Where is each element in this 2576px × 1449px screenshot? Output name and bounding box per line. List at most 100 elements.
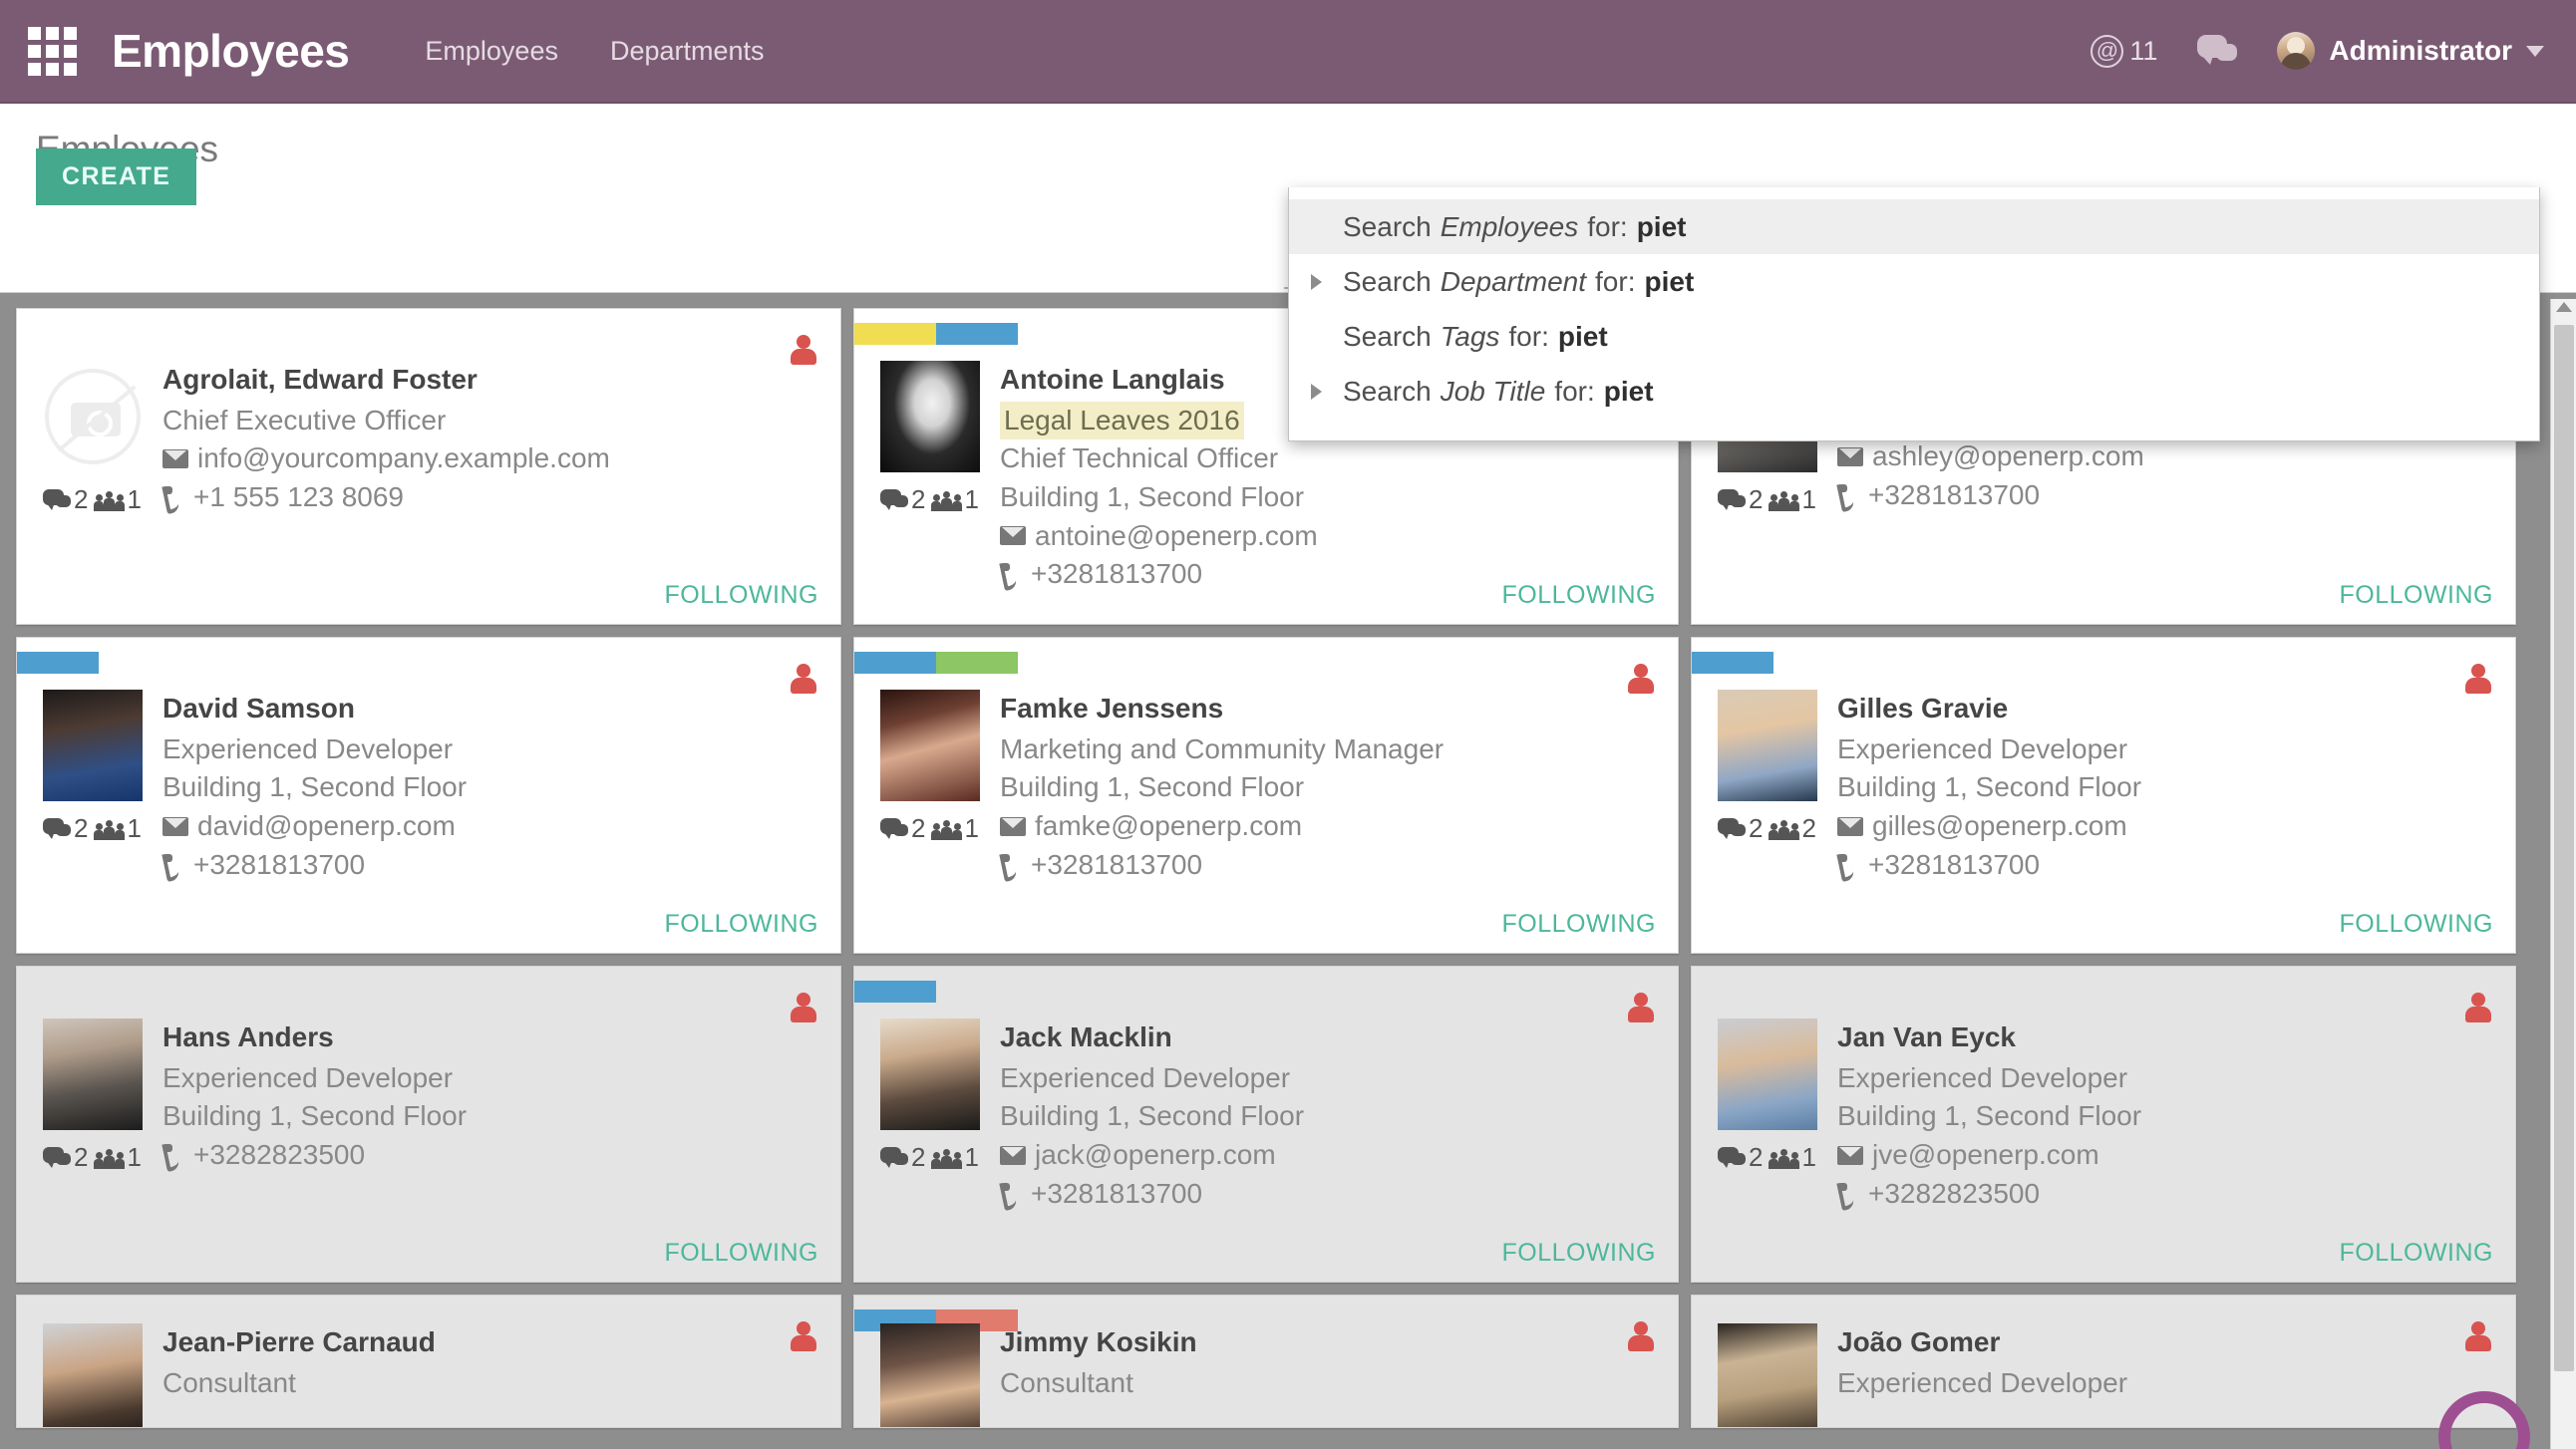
following-button[interactable]: FOLLOWING — [1501, 1239, 1656, 1268]
employee-phone: +3281813700 — [1837, 476, 2186, 515]
employee-status-icon[interactable] — [791, 664, 816, 694]
top-navbar: Employees Employees Departments @ 11 Adm… — [0, 0, 2576, 104]
message-icon — [1718, 817, 1746, 840]
card-body: Gilles Gravie Experienced Developer Buildi… — [1718, 690, 2495, 884]
vertical-scrollbar[interactable] — [2550, 299, 2576, 1449]
employee-photo-placeholder — [43, 361, 143, 472]
message-count: 2 — [74, 1142, 89, 1172]
mail-icon — [1837, 447, 1863, 467]
card-counters[interactable]: 21 — [43, 813, 142, 844]
message-count: 2 — [74, 813, 89, 843]
following-button[interactable]: FOLLOWING — [2339, 1239, 2493, 1268]
employee-email: ashley@openerp.com — [1837, 437, 2186, 476]
employee-status-icon[interactable] — [1628, 664, 1654, 694]
kanban-row: Jean-Pierre Carnaud Consultant Jimmy Kosik… — [16, 1295, 2560, 1428]
suggestion-lead: Search — [1343, 320, 1432, 352]
card-counters[interactable]: 21 — [880, 813, 979, 844]
following-button[interactable]: FOLLOWING — [664, 910, 818, 939]
employee-phone: +3281813700 — [1837, 846, 2141, 885]
employee-phone: +1 555 123 8069 — [162, 478, 610, 517]
followers-icon — [1769, 818, 1800, 840]
suggestion-field: Tags — [1440, 320, 1500, 352]
message-icon — [43, 1146, 71, 1169]
employee-status-icon[interactable] — [791, 1321, 816, 1351]
message-icon — [1718, 488, 1746, 511]
nav-item-departments[interactable]: Departments — [610, 36, 765, 67]
employee-photo — [880, 1323, 980, 1427]
chat-bubbles-icon[interactable] — [2197, 35, 2238, 67]
employee-details: David Samson Experienced Developer Buildin… — [162, 690, 467, 884]
card-counters[interactable]: 21 — [43, 484, 142, 515]
employee-photo — [43, 1323, 143, 1427]
employee-card[interactable]: Gilles Gravie Experienced Developer Buildi… — [1691, 637, 2516, 954]
search-suggestion-tags[interactable]: Search Tags for: piet — [1289, 309, 2539, 364]
mentions-counter[interactable]: @ 11 — [2091, 34, 2157, 68]
employee-name: David Samson — [162, 693, 355, 724]
employee-name: Jean-Pierre Carnaud — [162, 1326, 436, 1357]
search-suggestion-department[interactable]: Search Department for: piet — [1289, 254, 2539, 309]
employee-details: Antoine Langlais Legal Leaves 2016 Chief T… — [1000, 361, 1318, 594]
followers-icon — [94, 1147, 126, 1169]
tag-color-bar — [854, 981, 936, 1003]
search-suggestion-job-title[interactable]: Search Job Title for: piet — [1289, 364, 2539, 419]
following-button[interactable]: FOLLOWING — [2339, 910, 2493, 939]
employee-status-icon[interactable] — [1628, 1321, 1654, 1351]
apps-grid-icon[interactable] — [26, 25, 78, 77]
message-count: 2 — [911, 484, 926, 514]
employee-job-title: Experienced Developer — [162, 1061, 454, 1093]
employee-details: Agrolait, Edward Foster Chief Executive O… — [162, 361, 610, 517]
card-counters[interactable]: 21 — [1718, 1142, 1816, 1173]
employee-card[interactable]: Jan Van Eyck Experienced Developer Buildin… — [1691, 966, 2516, 1283]
employee-details: Gilles Gravie Experienced Developer Buildi… — [1837, 690, 2141, 884]
scroll-up-arrow-icon[interactable] — [2555, 302, 2572, 312]
followers-count: 1 — [1801, 484, 1816, 514]
card-counters[interactable]: 21 — [1718, 484, 1816, 515]
chevron-right-icon — [1311, 273, 1322, 290]
employee-name: Antoine Langlais — [1000, 364, 1225, 395]
employee-card[interactable]: Hans Anders Experienced Developer Building… — [16, 966, 841, 1283]
chevron-down-icon — [2526, 45, 2544, 57]
search-suggestions-dropdown: Search Employees for: piet Search Depart… — [1288, 187, 2540, 441]
following-button[interactable]: FOLLOWING — [2339, 581, 2493, 610]
followers-icon — [931, 489, 963, 511]
employee-card[interactable]: Jean-Pierre Carnaud Consultant — [16, 1295, 841, 1428]
employee-status-icon[interactable] — [2465, 1321, 2491, 1351]
employee-card[interactable]: Famke Jenssens Marketing and Community Ma… — [853, 637, 1679, 954]
phone-icon — [1000, 562, 1022, 586]
create-button[interactable]: CREATE — [36, 148, 197, 205]
employee-card[interactable]: Jack Macklin Experienced Developer Buildin… — [853, 966, 1679, 1283]
search-suggestion-employees[interactable]: Search Employees for: piet — [1289, 199, 2539, 254]
following-button[interactable]: FOLLOWING — [1501, 910, 1656, 939]
employee-card[interactable]: Agrolait, Edward Foster Chief Executive O… — [16, 308, 841, 625]
employee-status-icon[interactable] — [2465, 664, 2491, 694]
scrollbar-thumb[interactable] — [2554, 325, 2574, 1371]
card-body: Agrolait, Edward Foster Chief Executive O… — [43, 361, 820, 517]
phone-icon — [1000, 853, 1022, 877]
following-button[interactable]: FOLLOWING — [1501, 581, 1656, 610]
card-counters[interactable]: 21 — [880, 1142, 979, 1173]
employee-status-icon[interactable] — [1628, 993, 1654, 1022]
nav-item-employees[interactable]: Employees — [425, 36, 558, 67]
employee-status-icon[interactable] — [791, 993, 816, 1022]
employee-phone: +3282823500 — [162, 1136, 467, 1175]
employee-status-icon[interactable] — [2465, 993, 2491, 1022]
message-icon — [880, 1146, 908, 1169]
employee-status-icon[interactable] — [791, 335, 816, 365]
card-counters[interactable]: 22 — [1718, 813, 1816, 844]
avatar — [2277, 32, 2316, 70]
user-menu[interactable]: Administrator — [2277, 32, 2544, 70]
employee-photo — [1718, 1018, 1817, 1130]
following-button[interactable]: FOLLOWING — [664, 1239, 818, 1268]
following-button[interactable]: FOLLOWING — [664, 581, 818, 610]
employee-card[interactable]: João Gomer Experienced Developer — [1691, 1295, 2516, 1428]
employee-card[interactable]: David Samson Experienced Developer Buildin… — [16, 637, 841, 954]
card-body: Jack Macklin Experienced Developer Buildin… — [880, 1018, 1658, 1213]
employee-phone: +3281813700 — [1000, 555, 1318, 594]
card-counters[interactable]: 21 — [880, 484, 979, 515]
card-counters[interactable]: 21 — [43, 1142, 142, 1173]
employee-email: famke@openerp.com — [1000, 807, 1444, 846]
employee-card[interactable]: Jimmy Kosikin Consultant — [853, 1295, 1679, 1428]
app-brand-title[interactable]: Employees — [112, 24, 350, 78]
employee-job-title: Experienced Developer — [162, 732, 454, 764]
employee-job-title: Chief Technical Officer — [1000, 442, 1279, 474]
